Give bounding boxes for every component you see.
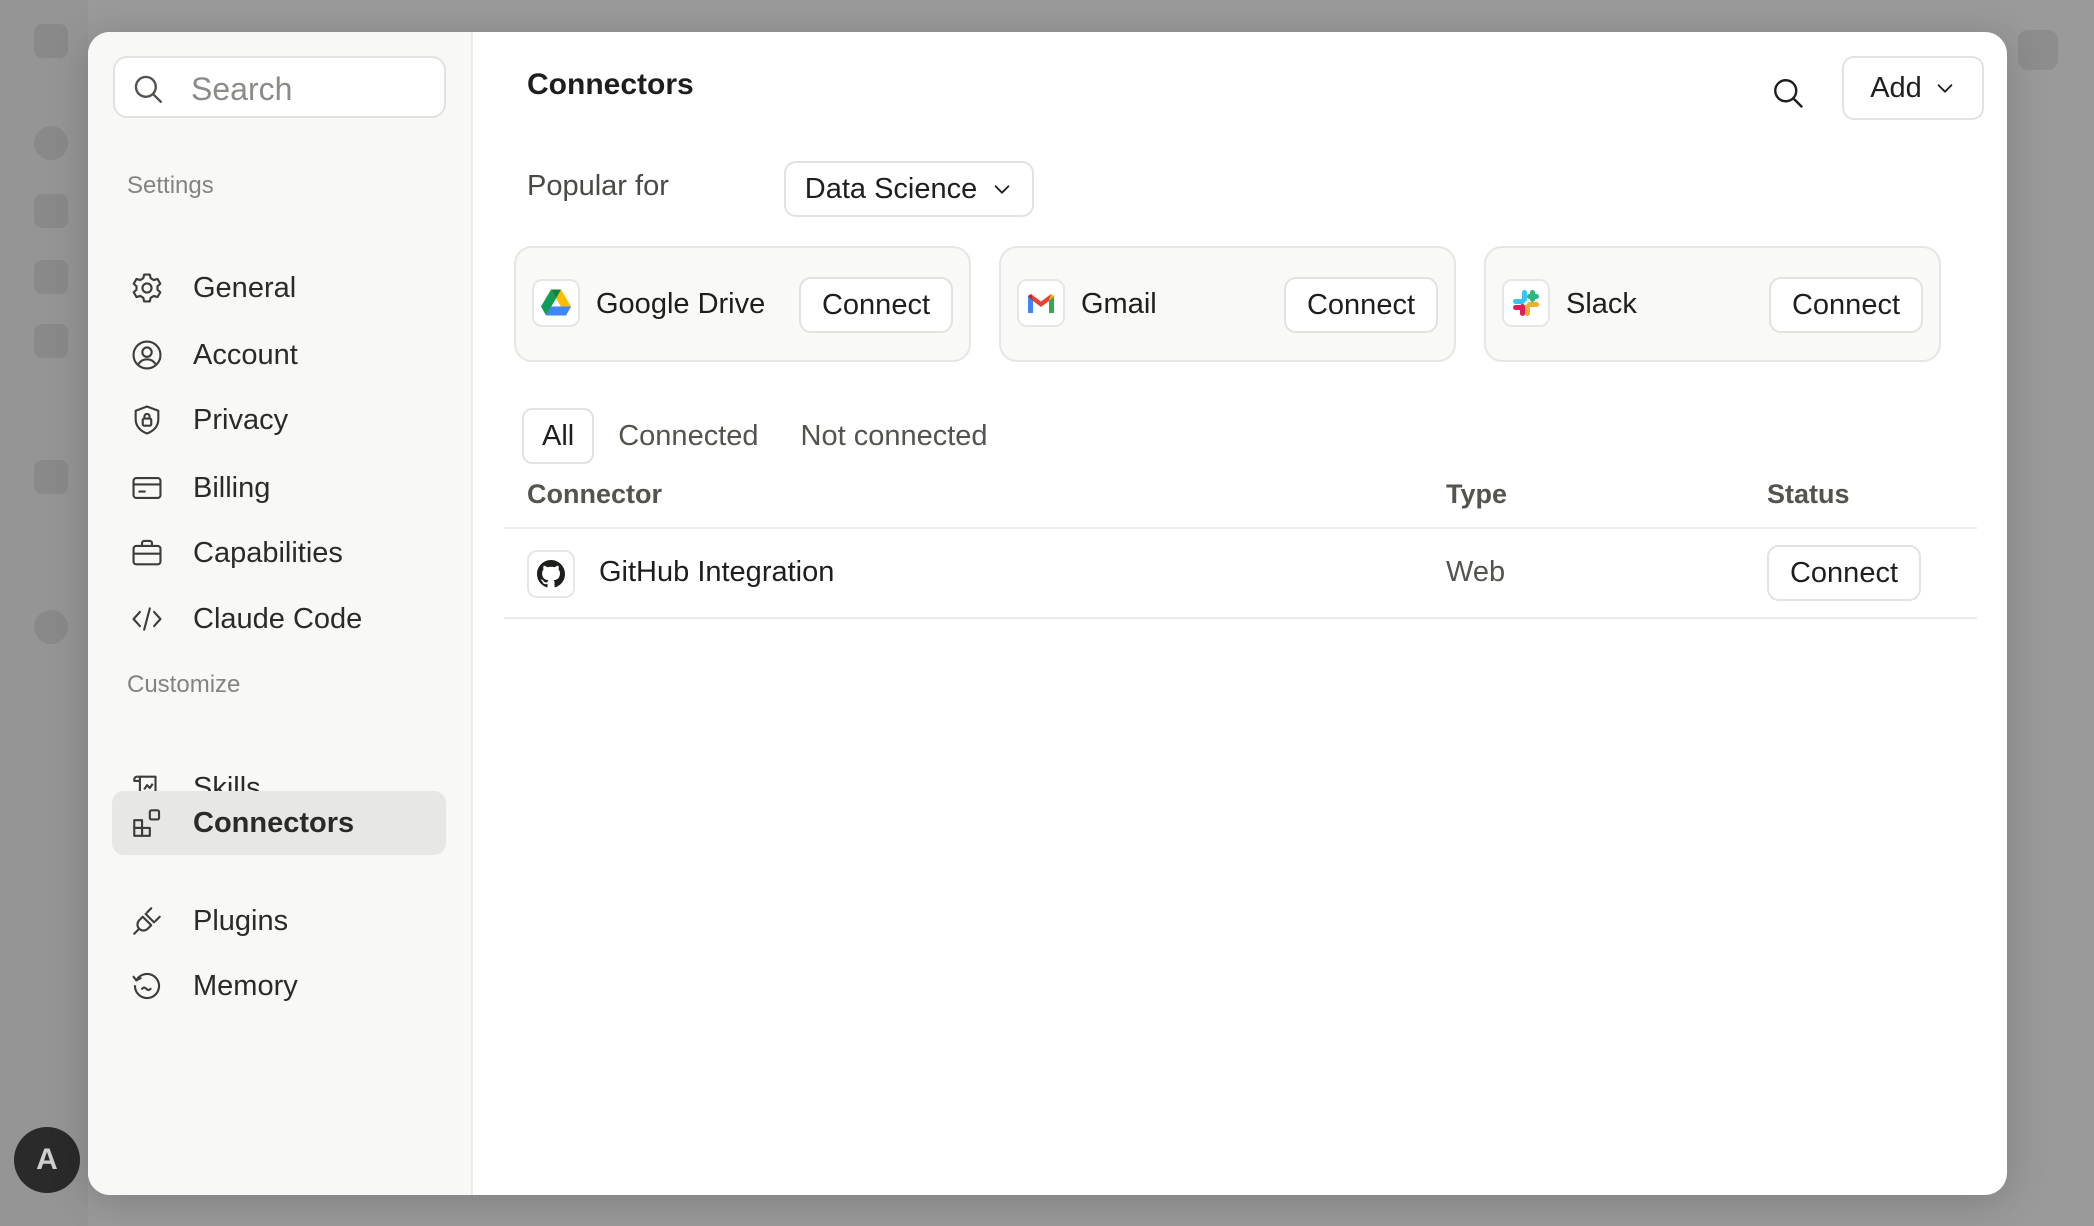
download-icon (34, 610, 68, 644)
connectors-icon (129, 805, 165, 841)
memory-icon (129, 968, 165, 1004)
sidebar-item-label: Memory (193, 969, 298, 1002)
page-title: Connectors (527, 68, 694, 101)
search-icon (134, 75, 162, 103)
sidebar-toggle-icon (34, 24, 68, 58)
shield-lock-icon (129, 402, 165, 438)
sidebar-item-account[interactable]: Account (112, 323, 446, 387)
sidebar-item-label: Privacy (193, 403, 289, 436)
connector-name: Gmail (1081, 288, 1157, 320)
google-drive-icon (532, 279, 580, 327)
search-icon (1774, 79, 1803, 108)
popular-card-gmail: Gmail Connect (999, 246, 1456, 362)
tab-connected[interactable]: Connected (600, 408, 776, 464)
credit-card-icon (129, 470, 165, 506)
sidebar-item-privacy[interactable]: Privacy (112, 388, 446, 452)
filter-tabs: All Connected Not connected (522, 408, 1012, 464)
connect-button[interactable]: Connect (1284, 277, 1438, 333)
new-chat-icon (34, 126, 68, 160)
add-button[interactable]: Add (1842, 56, 1984, 120)
sidebar-item-capabilities[interactable]: Capabilities (112, 521, 446, 585)
column-header-status: Status (1767, 479, 1850, 509)
popular-card-slack: Slack Connect (1484, 246, 1941, 362)
category-selected: Data Science (804, 172, 978, 205)
add-button-label: Add (1870, 71, 1922, 104)
sidebar-item-label: Capabilities (193, 536, 343, 569)
connectors-panel: Connectors Add Popular for Data Science (471, 32, 2007, 1195)
column-header-connector: Connector (527, 479, 662, 509)
sidebar-item-label: Plugins (193, 904, 289, 937)
sidebar-item-billing[interactable]: Billing (112, 456, 446, 520)
avatar: A (14, 1127, 80, 1193)
search-input[interactable] (189, 68, 433, 110)
sidebar-item-plugins[interactable]: Plugins (112, 889, 446, 953)
connect-button[interactable]: Connect (1769, 277, 1923, 333)
incognito-icon (2018, 30, 2058, 70)
connector-name: Google Drive (596, 288, 766, 320)
connector-name: GitHub Integration (599, 556, 835, 588)
sidebar-item-label: Connectors (193, 806, 355, 839)
category-dropdown[interactable]: Data Science (784, 161, 1034, 217)
sidebar-search[interactable] (113, 56, 446, 118)
sidebar-item-claude-code[interactable]: Claude Code (112, 587, 446, 651)
background-sidebar (0, 0, 88, 1226)
tab-not-connected[interactable]: Not connected (783, 408, 1006, 464)
chevron-down-icon (1937, 84, 1953, 93)
tab-all[interactable]: All (522, 408, 595, 464)
projects-icon (34, 260, 68, 294)
divider (504, 617, 1977, 619)
column-header-type: Type (1446, 479, 1508, 509)
artifacts-icon (34, 324, 68, 358)
sidebar-item-memory[interactable]: Memory (112, 954, 446, 1018)
settings-modal: Settings General Account Privacy Billing (88, 32, 2007, 1195)
connector-name: Slack (1566, 288, 1637, 320)
code-icon (129, 601, 165, 637)
popular-for-label: Popular for (527, 170, 669, 202)
briefcase-icon (129, 535, 165, 571)
chats-icon (34, 194, 68, 228)
connect-button[interactable]: Connect (799, 277, 953, 333)
connect-button[interactable]: Connect (1767, 545, 1921, 601)
settings-sidebar: Settings General Account Privacy Billing (88, 32, 473, 1195)
gear-icon (129, 270, 165, 306)
sidebar-item-general[interactable]: General (112, 256, 446, 320)
divider (504, 527, 1977, 529)
sidebar-item-label: Billing (193, 471, 271, 504)
plug-icon (129, 903, 165, 939)
chevron-down-icon (994, 185, 1010, 194)
sidebar-item-connectors[interactable]: Connectors (112, 791, 446, 855)
slack-icon (1502, 279, 1550, 327)
gmail-icon (1017, 279, 1065, 327)
popular-card-google-drive: Google Drive Connect (514, 246, 971, 362)
sidebar-item-label: Claude Code (193, 602, 363, 635)
code-icon (34, 460, 68, 494)
github-icon (527, 550, 575, 598)
connector-type: Web (1446, 556, 1506, 588)
sidebar-item-label: Account (193, 338, 298, 371)
settings-section-label: Settings (127, 172, 214, 199)
user-circle-icon (129, 337, 165, 373)
customize-section-label: Customize (127, 671, 241, 698)
sidebar-item-label: General (193, 271, 297, 304)
search-button[interactable] (1763, 68, 1813, 118)
